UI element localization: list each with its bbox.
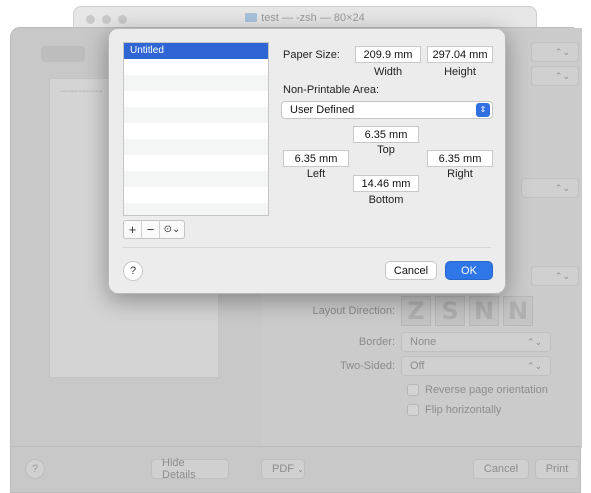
reverse-orientation-label: Reverse page orientation bbox=[425, 384, 548, 396]
reverse-orientation-checkbox[interactable]: Reverse page orientation bbox=[407, 384, 548, 396]
list-item-empty bbox=[124, 107, 268, 123]
remove-paper-size-button[interactable]: − bbox=[142, 221, 160, 238]
help-button[interactable]: ? bbox=[123, 261, 143, 281]
pdf-menu-button[interactable]: PDF ⌄ bbox=[261, 459, 305, 479]
print-bottom-bar: ? Hide Details PDF ⌄ Cancel Print bbox=[11, 446, 580, 492]
folder-icon bbox=[245, 13, 258, 22]
non-printable-area-value: User Defined bbox=[290, 104, 355, 116]
chevron-updown-icon: ⌃⌄ bbox=[526, 360, 542, 371]
list-item-empty bbox=[124, 75, 268, 91]
list-controls: + − ⊙⌄ bbox=[123, 220, 185, 239]
printer-select[interactable]: ⌃⌄ bbox=[531, 42, 579, 62]
non-printable-area-select[interactable]: User Defined ⇕ bbox=[281, 101, 493, 119]
list-item-empty bbox=[124, 203, 268, 215]
paper-width-field[interactable]: 209.9 mm bbox=[355, 46, 421, 63]
paper-size-list[interactable]: Untitled bbox=[123, 42, 269, 216]
margin-left-field[interactable]: 6.35 mm bbox=[283, 150, 349, 167]
chevron-updown-icon: ⌃⌄ bbox=[554, 182, 570, 193]
action-menu-icon[interactable]: ⊙⌄ bbox=[160, 221, 184, 238]
list-item-empty bbox=[124, 187, 268, 203]
paper-size-label: Paper Size: bbox=[283, 49, 340, 61]
list-item-empty bbox=[124, 155, 268, 171]
two-sided-select[interactable]: Off ⌃⌄ bbox=[401, 356, 551, 376]
paper-height-field[interactable]: 297.04 mm bbox=[427, 46, 493, 63]
list-item-empty bbox=[124, 139, 268, 155]
chevron-updown-icon: ⇕ bbox=[476, 103, 490, 117]
print-help-button[interactable]: ? bbox=[25, 459, 45, 479]
print-cancel-button[interactable]: Cancel bbox=[473, 459, 529, 479]
custom-paper-size-sheet: Untitled + − ⊙⌄ Paper Size: 209.9 mm Wid… bbox=[108, 28, 506, 294]
list-item-empty bbox=[124, 171, 268, 187]
margin-right-field[interactable]: 6.35 mm bbox=[427, 150, 493, 167]
list-item-empty bbox=[124, 91, 268, 107]
page-indicator bbox=[41, 46, 85, 62]
layout-select[interactable]: ⌃⌄ bbox=[531, 266, 579, 286]
checkbox-box[interactable] bbox=[407, 404, 419, 416]
bottom-label: Bottom bbox=[368, 194, 404, 206]
two-sided-value: Off bbox=[410, 360, 425, 372]
terminal-title: test — -zsh — 80×24 bbox=[74, 12, 536, 24]
list-item-empty bbox=[124, 59, 268, 75]
chevron-updown-icon: ⌃⌄ bbox=[526, 336, 542, 347]
hide-details-button[interactable]: Hide Details bbox=[151, 457, 229, 481]
layout-direction-label: Layout Direction: bbox=[312, 305, 395, 317]
margin-bottom-field[interactable]: 14.46 mm bbox=[353, 175, 419, 192]
width-label: Width bbox=[373, 66, 403, 78]
list-item[interactable]: Untitled bbox=[124, 43, 268, 59]
preview-text: Lorem ipsum. To be or not to be bbox=[60, 89, 103, 93]
border-value: None bbox=[410, 336, 437, 348]
presets-select[interactable]: ⌃⌄ bbox=[531, 66, 579, 86]
paper-size-select[interactable]: ⌃⌄ bbox=[521, 178, 579, 198]
layout-s-icon[interactable]: S bbox=[435, 296, 465, 326]
chevron-down-icon: ⌄ bbox=[297, 464, 304, 474]
separator bbox=[123, 247, 491, 248]
list-item-empty bbox=[124, 123, 268, 139]
layout-z-icon[interactable]: Z bbox=[401, 296, 431, 326]
flip-horizontally-checkbox[interactable]: Flip horizontally bbox=[407, 404, 501, 416]
layout-direction-group[interactable]: Z S N N bbox=[401, 296, 533, 326]
print-button[interactable]: Print bbox=[535, 459, 579, 479]
add-paper-size-button[interactable]: + bbox=[124, 221, 142, 238]
chevron-updown-icon: ⌃⌄ bbox=[554, 270, 570, 281]
layout-n-reverse-icon[interactable]: N bbox=[503, 296, 533, 326]
chevron-updown-icon: ⌃⌄ bbox=[554, 46, 570, 57]
chevron-updown-icon: ⌃⌄ bbox=[554, 70, 570, 81]
cancel-button[interactable]: Cancel bbox=[385, 261, 437, 280]
margin-top-field[interactable]: 6.35 mm bbox=[353, 126, 419, 143]
border-label: Border: bbox=[358, 336, 395, 348]
border-select[interactable]: None ⌃⌄ bbox=[401, 332, 551, 352]
ok-button[interactable]: OK bbox=[445, 261, 493, 280]
non-printable-area-label: Non-Printable Area: bbox=[283, 84, 379, 96]
right-label: Right bbox=[447, 168, 473, 180]
two-sided-label: Two-Sided: bbox=[339, 360, 395, 372]
top-label: Top bbox=[377, 144, 395, 156]
left-label: Left bbox=[306, 168, 326, 180]
layout-n-icon[interactable]: N bbox=[469, 296, 499, 326]
checkbox-box[interactable] bbox=[407, 384, 419, 396]
flip-horizontally-label: Flip horizontally bbox=[425, 404, 502, 416]
height-label: Height bbox=[444, 66, 476, 78]
